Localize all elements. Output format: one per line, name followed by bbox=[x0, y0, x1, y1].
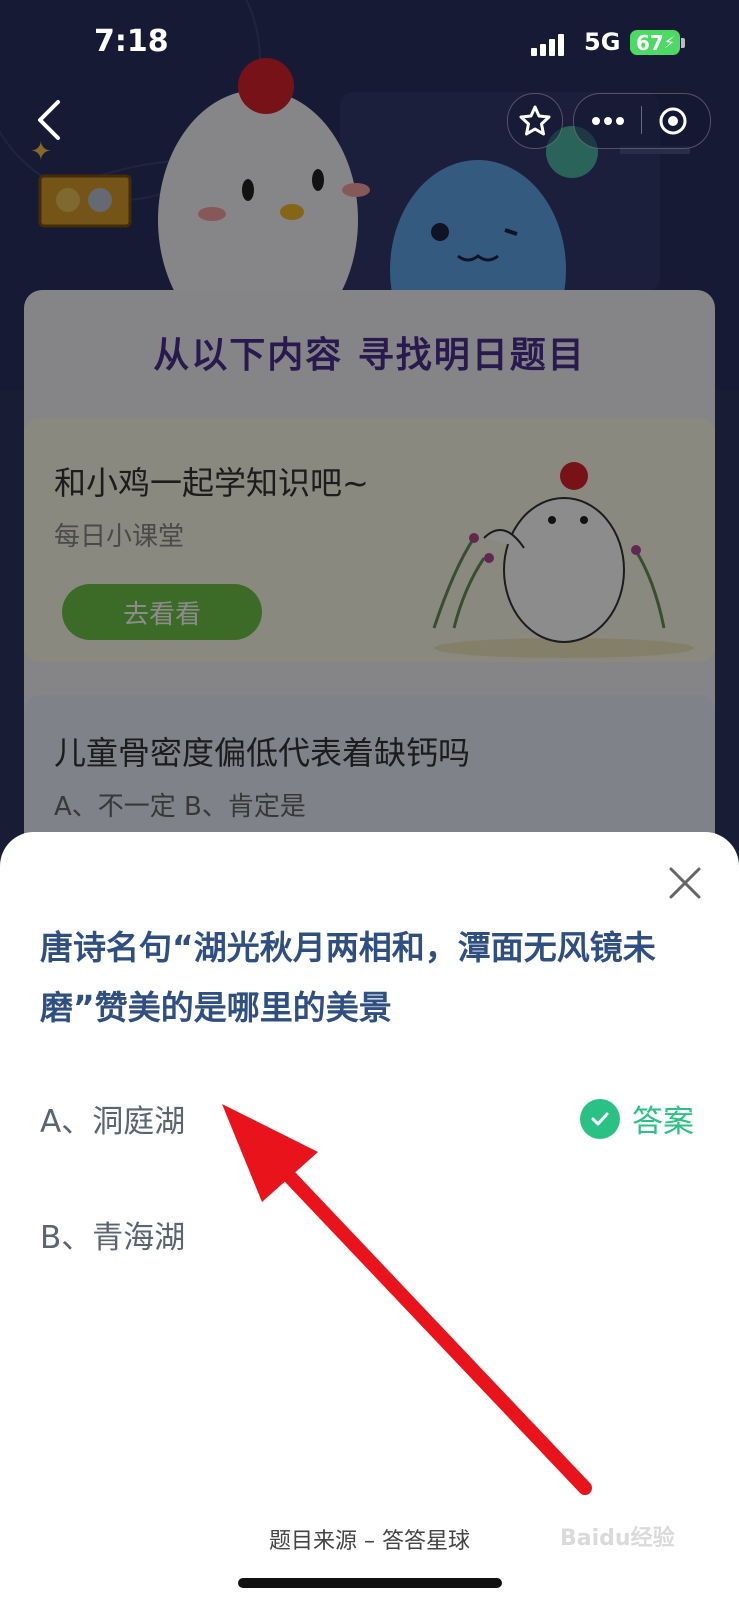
option-b[interactable]: B、青海湖 bbox=[40, 1212, 185, 1257]
status-bar: 7:18 5G 67 ⚡ bbox=[0, 0, 739, 90]
battery-level: 67 bbox=[636, 30, 664, 55]
back-icon[interactable] bbox=[30, 96, 70, 144]
status-time: 7:18 bbox=[94, 24, 169, 59]
watermark: Baidu经验 bbox=[560, 1526, 675, 1551]
capsule-menu bbox=[573, 93, 711, 149]
option-a[interactable]: A、洞庭湖 bbox=[40, 1096, 185, 1141]
star-icon bbox=[519, 105, 551, 136]
favorite-button[interactable] bbox=[507, 93, 563, 149]
home-indicator bbox=[238, 1578, 502, 1588]
target-icon[interactable] bbox=[658, 106, 688, 136]
check-icon bbox=[580, 1098, 620, 1139]
question-text: 唐诗名句“湖光秋月两相和，潭面无风镜未磨”赞美的是哪里的美景 bbox=[40, 928, 656, 1027]
signal-icon bbox=[531, 34, 564, 56]
battery-icon: 67 ⚡ bbox=[630, 30, 680, 55]
battery-tip bbox=[681, 38, 685, 48]
network-label: 5G bbox=[584, 28, 621, 56]
capsule-divider bbox=[641, 106, 642, 134]
answer-label: 答案 bbox=[632, 1104, 694, 1140]
close-icon[interactable] bbox=[667, 865, 703, 901]
more-icon[interactable] bbox=[588, 106, 628, 136]
answer-badge: 答案 bbox=[580, 1096, 694, 1141]
